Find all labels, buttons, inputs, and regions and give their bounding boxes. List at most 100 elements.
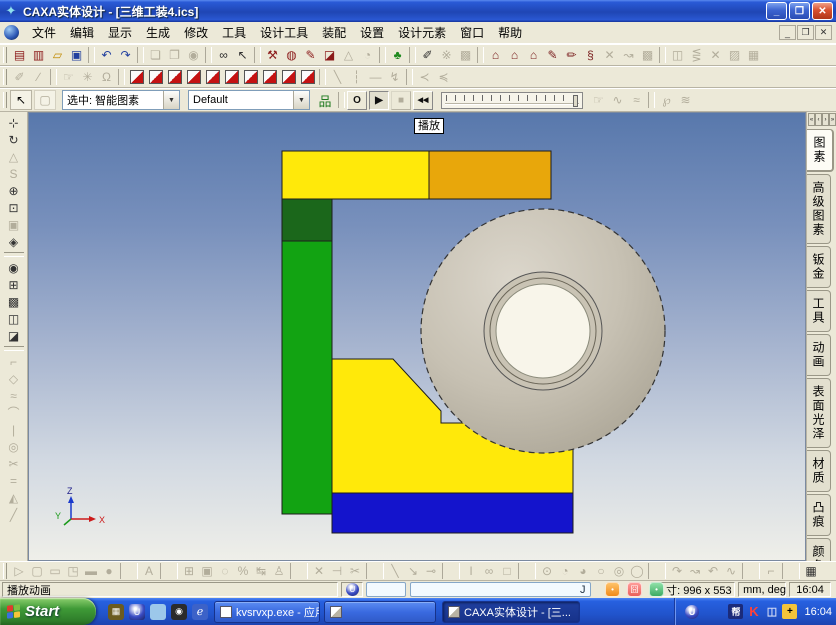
model-beam-yellow[interactable] xyxy=(282,151,429,199)
tabs-scroll-last[interactable]: » xyxy=(829,113,836,126)
view-cube-button-10[interactable] xyxy=(298,68,317,86)
model-bore-hole[interactable] xyxy=(496,284,590,378)
timeline-thumb[interactable] xyxy=(573,95,578,107)
tab-tools[interactable]: 工具 xyxy=(807,290,831,332)
document-icon[interactable] xyxy=(4,25,19,40)
camera-button[interactable]: ⊞ xyxy=(2,276,26,293)
context-help-button[interactable]: ↖ xyxy=(233,46,252,64)
menu-design-tools[interactable]: 设计工具 xyxy=(253,22,315,43)
camera-target-button[interactable]: ▩ xyxy=(2,293,26,310)
quicklaunch-icon-3[interactable] xyxy=(150,604,166,620)
tray-plus-icon[interactable]: + xyxy=(782,604,797,619)
style-combobox[interactable]: Default ▼ xyxy=(188,90,310,110)
model-beam-orange[interactable] xyxy=(429,151,551,199)
menu-settings[interactable]: 设置 xyxy=(353,22,391,43)
tab-elements[interactable]: 图素 xyxy=(807,129,834,172)
camera-pan-button[interactable]: ◉ xyxy=(2,259,26,276)
play-button[interactable]: ▶ xyxy=(369,91,389,110)
toolbar-grip[interactable] xyxy=(3,92,7,108)
tray-ime-icon[interactable]: U xyxy=(684,604,699,619)
tab-animation[interactable]: 动画 xyxy=(807,334,831,376)
menu-display[interactable]: 显示 xyxy=(101,22,139,43)
model-column[interactable] xyxy=(282,241,332,514)
triball-button[interactable]: ◍ xyxy=(282,46,301,64)
view-percent-button[interactable]: ◫ xyxy=(2,310,26,327)
quicklaunch-icon-1[interactable]: ▦ xyxy=(108,604,124,620)
render-shaded-button[interactable]: ⌂ xyxy=(505,46,524,64)
tabs-scroll-first[interactable]: « xyxy=(808,113,815,126)
chevron-down-icon[interactable]: ▼ xyxy=(293,91,309,109)
shade-mode-button[interactable]: ◪ xyxy=(2,327,26,344)
view-cube-button-4[interactable] xyxy=(184,68,203,86)
toolbar-grip[interactable] xyxy=(3,69,7,85)
smart-snap-button[interactable]: ♣ xyxy=(388,46,407,64)
overlay-icon-green[interactable]: • xyxy=(649,582,664,597)
view-cube-button-7[interactable] xyxy=(241,68,260,86)
menu-tools[interactable]: 工具 xyxy=(215,22,253,43)
menu-edit[interactable]: 编辑 xyxy=(63,22,101,43)
zoom-view-button[interactable]: ⊕ xyxy=(2,182,26,199)
annotate-button[interactable]: ✐ xyxy=(418,46,437,64)
design-tree-button[interactable]: 品 xyxy=(314,90,336,110)
open-button[interactable]: ▱ xyxy=(48,46,67,64)
mdi-restore-button[interactable]: ❐ xyxy=(797,25,814,40)
menu-modify[interactable]: 修改 xyxy=(177,22,215,43)
tray-network-icon[interactable]: ◫ xyxy=(764,604,779,619)
pan-view-button[interactable]: ⊹ xyxy=(2,114,26,131)
chevron-down-icon[interactable]: ▼ xyxy=(163,91,179,109)
undo-button[interactable]: ↶ xyxy=(97,46,116,64)
menu-generate[interactable]: 生成 xyxy=(139,22,177,43)
erase-button[interactable]: ◪ xyxy=(320,46,339,64)
status-field-1[interactable] xyxy=(366,582,406,597)
menu-design-elements[interactable]: 设计元素 xyxy=(391,22,453,43)
mdi-minimize-button[interactable]: _ xyxy=(779,25,796,40)
model-base-plate[interactable] xyxy=(332,493,573,533)
tab-advanced-elements[interactable]: 高级图素 xyxy=(807,174,831,244)
toolbar-grip[interactable] xyxy=(3,47,7,63)
task-caxa-main[interactable]: CAXA实体设计 - [三... xyxy=(442,601,580,623)
animation-timeline-slider[interactable] xyxy=(441,92,583,109)
view-cube-button-9[interactable] xyxy=(279,68,298,86)
render-realistic-button[interactable]: ⌂ xyxy=(524,46,543,64)
spline-button[interactable]: § xyxy=(581,46,600,64)
record-button[interactable]: O xyxy=(347,91,367,110)
sketch-3d-button[interactable]: ✏ xyxy=(562,46,581,64)
tab-material[interactable]: 材质 xyxy=(807,450,831,492)
redo-button[interactable]: ↷ xyxy=(116,46,135,64)
3d-viewport[interactable]: Z X Y 播放 xyxy=(28,112,806,561)
view-cube-button-8[interactable] xyxy=(260,68,279,86)
view-cube-button-2[interactable] xyxy=(146,68,165,86)
menu-file[interactable]: 文件 xyxy=(25,22,63,43)
view-cube-button-5[interactable] xyxy=(203,68,222,86)
minimize-button[interactable]: _ xyxy=(766,2,787,20)
start-button[interactable]: Start xyxy=(0,598,96,625)
quicklaunch-icon-5[interactable]: ℯ xyxy=(192,604,208,620)
overlay-icon-red[interactable]: 囧 xyxy=(627,582,642,597)
drag-tool-button[interactable]: ⚒ xyxy=(263,46,282,64)
tab-sheet-metal[interactable]: 钣金 xyxy=(807,246,831,288)
sketch-2d-button[interactable]: ✎ xyxy=(543,46,562,64)
tray-k-icon[interactable]: K xyxy=(746,604,761,619)
tabs-scroll-prev[interactable]: ‹ xyxy=(815,113,822,126)
mdi-close-button[interactable]: ✕ xyxy=(815,25,832,40)
search-button[interactable]: ∞ xyxy=(214,46,233,64)
menu-assembly[interactable]: 装配 xyxy=(315,22,353,43)
sketch-array-button[interactable]: ▦ xyxy=(802,563,820,579)
tabs-scroll-next[interactable]: › xyxy=(822,113,829,126)
task-kvsrvxp[interactable]: kvsrvxp.exe - 应用程... xyxy=(214,601,320,623)
toolbar-grip[interactable] xyxy=(3,563,7,579)
input-method-indicator[interactable]: U xyxy=(341,582,363,597)
status-field-2[interactable]: J xyxy=(410,582,591,597)
selection-filter-combobox[interactable]: 选中: 智能图素 ▼ xyxy=(62,90,180,110)
view-cube-button-6[interactable] xyxy=(222,68,241,86)
save-button[interactable]: ▣ xyxy=(67,46,86,64)
render-wireframe-button[interactable]: ⌂ xyxy=(486,46,505,64)
draw-curve-button[interactable]: ✎ xyxy=(301,46,320,64)
menu-help[interactable]: 帮助 xyxy=(491,22,529,43)
quicklaunch-icon-2[interactable]: U xyxy=(129,604,145,620)
model-column-top[interactable] xyxy=(282,199,332,241)
new-drawing-button[interactable]: ▥ xyxy=(29,46,48,64)
rewind-button[interactable]: ◀◀ xyxy=(413,91,433,110)
overlay-icon-orange[interactable]: • xyxy=(605,582,620,597)
zoom-window-button[interactable]: ⊡ xyxy=(2,199,26,216)
